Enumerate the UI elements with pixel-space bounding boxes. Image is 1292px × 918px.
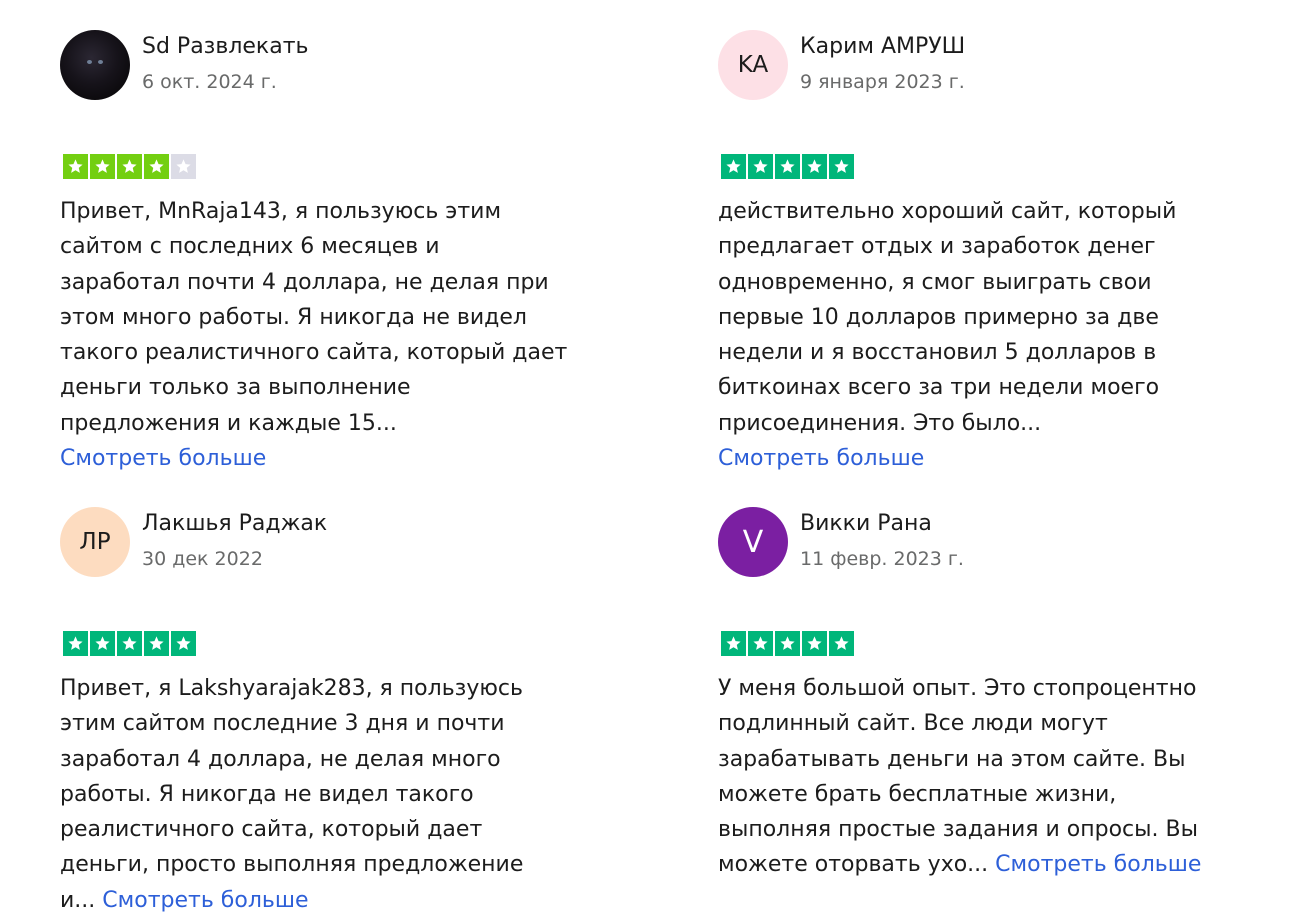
reviewer-name[interactable]: Sd Развлекать: [142, 34, 308, 59]
star-icon: [144, 154, 169, 179]
star-icon: [721, 631, 746, 656]
avatar[interactable]: [60, 30, 130, 100]
star-icon: [90, 154, 115, 179]
review-card: V Викки Рана 11 февр. 2023 г. У меня бол…: [718, 507, 1263, 877]
review-text: Привет, я Lakshyarajak283, я пользуюсь э…: [60, 671, 605, 918]
review-card: Sd Развлекать 6 окт. 2024 г. Привет, MnR…: [60, 30, 605, 471]
review-card: ЛР Лакшья Раджак 30 дек 2022 Привет, я L…: [60, 507, 605, 913]
review-body: Привет, MnRaja143, я пользуюсь этим сайт…: [60, 199, 568, 436]
review-header: V Викки Рана 11 февр. 2023 г.: [718, 507, 1263, 577]
star-rating: [63, 631, 196, 656]
avatar-initials: KA: [737, 52, 769, 78]
star-icon: [117, 154, 142, 179]
star-icon: [144, 631, 169, 656]
star-icon: [721, 154, 746, 179]
review-card: KA Карим АМРУШ 9 января 2023 г. действит…: [718, 30, 1263, 471]
star-rating: [721, 154, 854, 179]
see-more-link[interactable]: Смотреть больше: [60, 446, 266, 471]
review-date: 11 февр. 2023 г.: [800, 548, 964, 570]
star-icon: [63, 631, 88, 656]
avatar[interactable]: V: [718, 507, 788, 577]
reviewer-name[interactable]: Викки Рана: [800, 511, 932, 536]
reviewer-name[interactable]: Карим АМРУШ: [800, 34, 965, 59]
avatar[interactable]: KA: [718, 30, 788, 100]
review-text: действительно хороший сайт, который пред…: [718, 194, 1263, 476]
star-icon: [117, 631, 142, 656]
star-icon: [63, 154, 88, 179]
star-rating: [721, 631, 854, 656]
review-header: Sd Развлекать 6 окт. 2024 г.: [60, 30, 605, 100]
review-body: действительно хороший сайт, который пред…: [718, 199, 1177, 436]
avatar-initials: ЛР: [79, 529, 111, 555]
star-icon: [748, 631, 773, 656]
see-more-link[interactable]: Смотреть больше: [102, 888, 308, 913]
avatar-initials: V: [742, 524, 764, 560]
review-header: ЛР Лакшья Раджак 30 дек 2022: [60, 507, 605, 577]
review-header: KA Карим АМРУШ 9 января 2023 г.: [718, 30, 1263, 100]
star-rating: [63, 154, 196, 179]
avatar[interactable]: ЛР: [60, 507, 130, 577]
review-date: 6 окт. 2024 г.: [142, 71, 277, 93]
star-icon: [802, 154, 827, 179]
review-body: У меня большой опыт. Это стопроцентно по…: [718, 676, 1198, 878]
star-icon: [90, 631, 115, 656]
see-more-link[interactable]: Смотреть больше: [995, 852, 1201, 877]
star-icon: [802, 631, 827, 656]
review-date: 30 дек 2022: [142, 548, 263, 570]
reviewer-name[interactable]: Лакшья Раджак: [142, 511, 327, 536]
star-icon: [748, 154, 773, 179]
review-date: 9 января 2023 г.: [800, 71, 965, 93]
review-text: Привет, MnRaja143, я пользуюсь этим сайт…: [60, 194, 605, 476]
star-icon: [171, 631, 196, 656]
review-text: У меня большой опыт. Это стопроцентно по…: [718, 671, 1263, 883]
star-icon: [829, 154, 854, 179]
star-icon: [829, 631, 854, 656]
see-more-link[interactable]: Смотреть больше: [718, 446, 924, 471]
star-icon: [775, 154, 800, 179]
star-icon: [171, 154, 196, 179]
review-body: Привет, я Lakshyarajak283, я пользуюсь э…: [60, 676, 524, 913]
star-icon: [775, 631, 800, 656]
